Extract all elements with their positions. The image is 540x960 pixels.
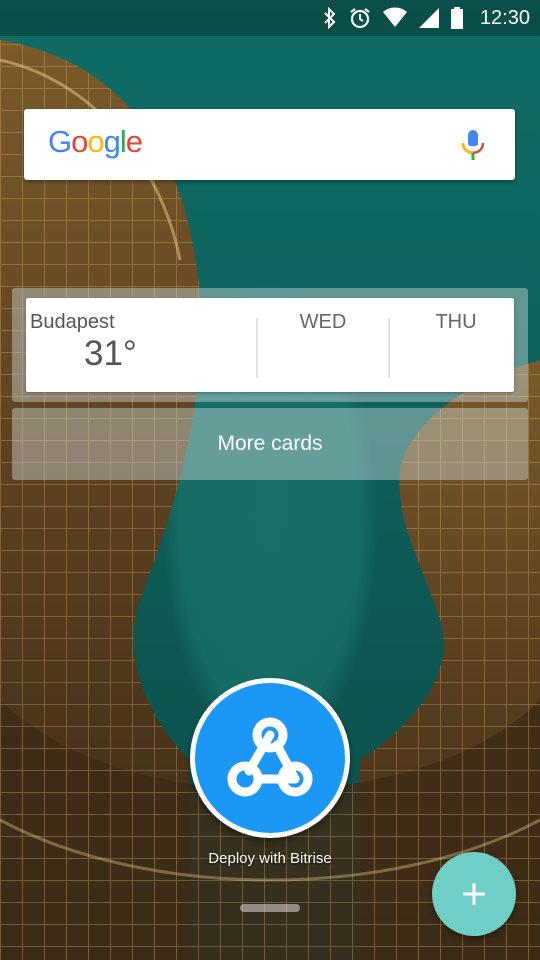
plus-icon: [463, 883, 485, 905]
google-logo-letter: g: [103, 124, 121, 159]
weather-day-thu: THU: [435, 311, 477, 333]
battery-icon: [450, 7, 463, 29]
bitrise-app-icon[interactable]: [190, 678, 350, 838]
google-logo-letter: e: [125, 124, 143, 159]
webhook-icon: [227, 717, 313, 797]
weather-day-wed: WED: [299, 311, 347, 333]
alarm-icon: [350, 8, 370, 29]
google-logo-letter: o: [87, 124, 104, 159]
wifi-icon: [382, 7, 407, 27]
google-logo[interactable]: Google: [48, 124, 143, 160]
status-bar: 12:30: [0, 0, 540, 36]
status-time: 12:30: [479, 6, 530, 29]
add-fab-button[interactable]: [432, 852, 516, 936]
weather-divider: [388, 318, 390, 378]
weather-temperature: 31°: [84, 334, 137, 373]
app-drawer-handle[interactable]: [240, 904, 300, 912]
microphone-icon[interactable]: [460, 128, 486, 164]
google-logo-letter: o: [71, 124, 88, 159]
weather-city: Budapest: [30, 311, 115, 333]
bluetooth-icon: [324, 7, 336, 29]
more-cards-button[interactable]: More cards: [12, 408, 528, 480]
google-logo-letter: G: [48, 124, 72, 159]
app-shortcut-label: Deploy with Bitrise: [208, 850, 332, 867]
signal-icon: [418, 8, 439, 28]
bitrise-app-icon-background: [195, 683, 345, 833]
more-cards-label: More cards: [217, 432, 323, 455]
weather-divider: [256, 318, 258, 378]
